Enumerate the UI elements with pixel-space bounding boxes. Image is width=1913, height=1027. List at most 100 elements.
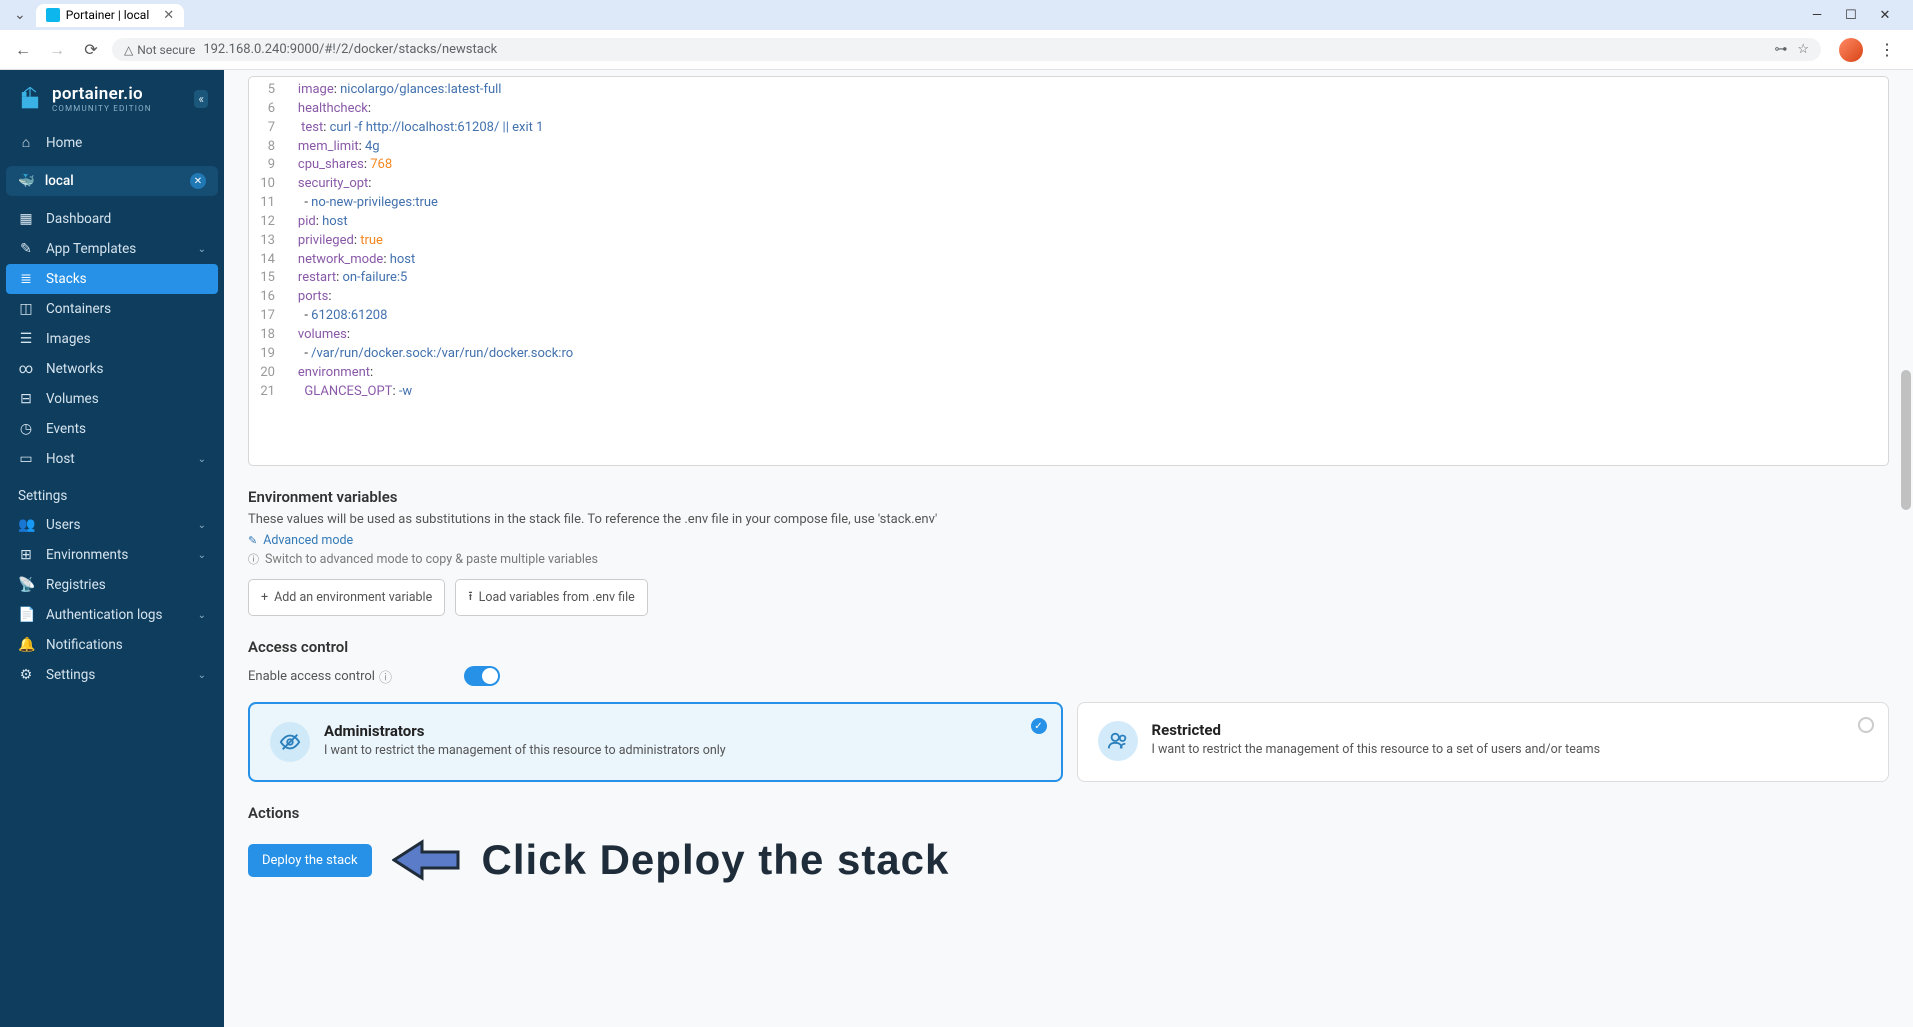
code-line[interactable]: 5 image: nicolargo/glances:latest-full [249,81,1888,100]
back-icon[interactable]: ← [10,37,36,63]
add-env-var-button[interactable]: + Add an environment variable [248,579,445,616]
sidebar-item-home[interactable]: ⌂ Home [0,127,224,158]
link-label: Advanced mode [263,533,353,548]
brand-text: portainer.io [52,84,152,104]
sidebar-item-auth-logs[interactable]: 📄Authentication logs⌄ [0,600,224,630]
code-line[interactable]: 12 pid: host [249,213,1888,232]
security-label: Not secure [137,43,195,57]
line-number: 10 [249,175,285,194]
url-text: 192.168.0.240:9000/#!/2/docker/stacks/ne… [203,42,497,57]
card-title: Administrators [324,722,726,740]
auth-logs-icon: 📄 [18,607,34,623]
close-window-icon[interactable]: ✕ [1877,8,1893,23]
code-content: test: curl -f http://localhost:61208/ ||… [285,119,543,138]
plus-icon: + [261,590,268,605]
volumes-icon: ⊟ [18,391,34,407]
images-icon: ☰ [18,331,34,347]
sidebar-label: Environments [46,547,128,563]
scrollbar[interactable] [1901,70,1911,1027]
access-card-administrators[interactable]: Administrators I want to restrict the ma… [248,702,1063,782]
forward-icon[interactable]: → [44,37,70,63]
chevron-down-icon: ⌄ [198,520,206,531]
code-line[interactable]: 21 GLANCES_OPT: -w [249,383,1888,402]
sidebar-label: Dashboard [46,211,111,227]
sidebar-label: Containers [46,301,111,317]
templates-icon: ✎ [18,241,34,257]
sidebar-collapse-icon[interactable]: « [194,90,208,108]
maximize-icon[interactable]: ☐ [1843,8,1859,23]
line-number: 16 [249,288,285,307]
sidebar-label: Images [46,331,91,347]
code-content: mem_limit: 4g [285,138,380,157]
code-content: cpu_shares: 768 [285,156,392,175]
sidebar-item-images[interactable]: ☰ Images [0,324,224,354]
sidebar-label: Notifications [46,637,123,653]
browser-menu-icon[interactable]: ⋮ [1871,40,1903,59]
advanced-mode-link[interactable]: ✎ Advanced mode [248,533,1889,548]
line-number: 8 [249,138,285,157]
line-number: 19 [249,345,285,364]
key-icon[interactable]: ⊶ [1774,42,1787,57]
reload-icon[interactable]: ⟳ [78,37,104,63]
card-title: Restricted [1152,721,1601,739]
sidebar-item-host[interactable]: ▭Host⌄ [0,444,224,474]
dashboard-icon: ▦ [18,211,34,227]
sidebar-item-dashboard[interactable]: ▦ Dashboard [0,204,224,234]
annotation-arrow [392,836,462,884]
docker-icon: 🐳 [18,173,35,189]
code-content: - 61208:61208 [285,307,387,326]
sidebar-item-stacks[interactable]: ≣Stacks [6,264,218,294]
code-line[interactable]: 14 network_mode: host [249,251,1888,270]
line-number: 5 [249,81,285,100]
url-bar[interactable]: △ Not secure 192.168.0.240:9000/#!/2/doc… [112,38,1821,61]
code-content: ports: [285,288,331,307]
tab-close-icon[interactable]: ✕ [163,8,174,23]
code-line[interactable]: 20 environment: [249,364,1888,383]
code-line[interactable]: 17 - 61208:61208 [249,307,1888,326]
help-icon[interactable]: ⓘ [379,667,392,686]
code-line[interactable]: 11 - no-new-privileges:true [249,194,1888,213]
deploy-stack-button[interactable]: Deploy the stack [248,844,372,877]
sidebar-item-containers[interactable]: ◫Containers [0,294,224,324]
sidebar-item-volumes[interactable]: ⊟Volumes [0,384,224,414]
env-vars-desc: These values will be used as substitutio… [248,512,1889,527]
code-line[interactable]: 7 test: curl -f http://localhost:61208/ … [249,119,1888,138]
sidebar-item-users[interactable]: 👥Users⌄ [0,510,224,540]
sidebar-item-registries[interactable]: 📡Registries [0,570,224,600]
env-close-icon[interactable]: ✕ [190,173,206,189]
chevron-down-icon: ⌄ [198,670,206,681]
sidebar-item-events[interactable]: ◷Events [0,414,224,444]
code-line[interactable]: 10 security_opt: [249,175,1888,194]
code-line[interactable]: 15 restart: on-failure:5 [249,269,1888,288]
stacks-icon: ≣ [18,271,34,287]
yaml-editor[interactable]: 5 image: nicolargo/glances:latest-full6 … [248,76,1889,466]
access-control-toggle[interactable] [464,666,500,686]
sidebar-item-settings[interactable]: ⚙Settings⌄ [0,660,224,690]
tab-dropdown-icon[interactable]: ⌄ [8,7,32,23]
sidebar-item-notifications[interactable]: 🔔Notifications [0,630,224,660]
scrollbar-thumb[interactable] [1901,370,1911,510]
sidebar-item-environments[interactable]: ⊞Environments⌄ [0,540,224,570]
code-line[interactable]: 19 - /var/run/docker.sock:/var/run/docke… [249,345,1888,364]
code-line[interactable]: 9 cpu_shares: 768 [249,156,1888,175]
minimize-icon[interactable]: — [1809,8,1825,23]
star-icon[interactable]: ☆ [1797,42,1809,57]
code-line[interactable]: 6 healthcheck: [249,100,1888,119]
host-icon: ▭ [18,451,34,467]
line-number: 11 [249,194,285,213]
line-number: 12 [249,213,285,232]
environment-pill[interactable]: 🐳 local ✕ [6,166,218,196]
profile-avatar[interactable] [1839,38,1863,62]
sidebar-item-networks[interactable]: ∞Networks [0,354,224,384]
code-line[interactable]: 16 ports: [249,288,1888,307]
access-card-restricted[interactable]: Restricted I want to restrict the manage… [1077,702,1890,782]
sidebar-item-app-templates[interactable]: ✎App Templates⌄ [0,234,224,264]
code-line[interactable]: 18 volumes: [249,326,1888,345]
browser-tab[interactable]: Portainer | local ✕ [36,4,184,27]
code-line[interactable]: 13 privileged: true [249,232,1888,251]
load-env-file-button[interactable]: ⭱ Load variables from .env file [455,579,648,616]
code-line[interactable]: 8 mem_limit: 4g [249,138,1888,157]
radio-unchecked-icon [1858,717,1874,733]
line-number: 7 [249,119,285,138]
main-content: 5 image: nicolargo/glances:latest-full6 … [224,70,1913,1027]
